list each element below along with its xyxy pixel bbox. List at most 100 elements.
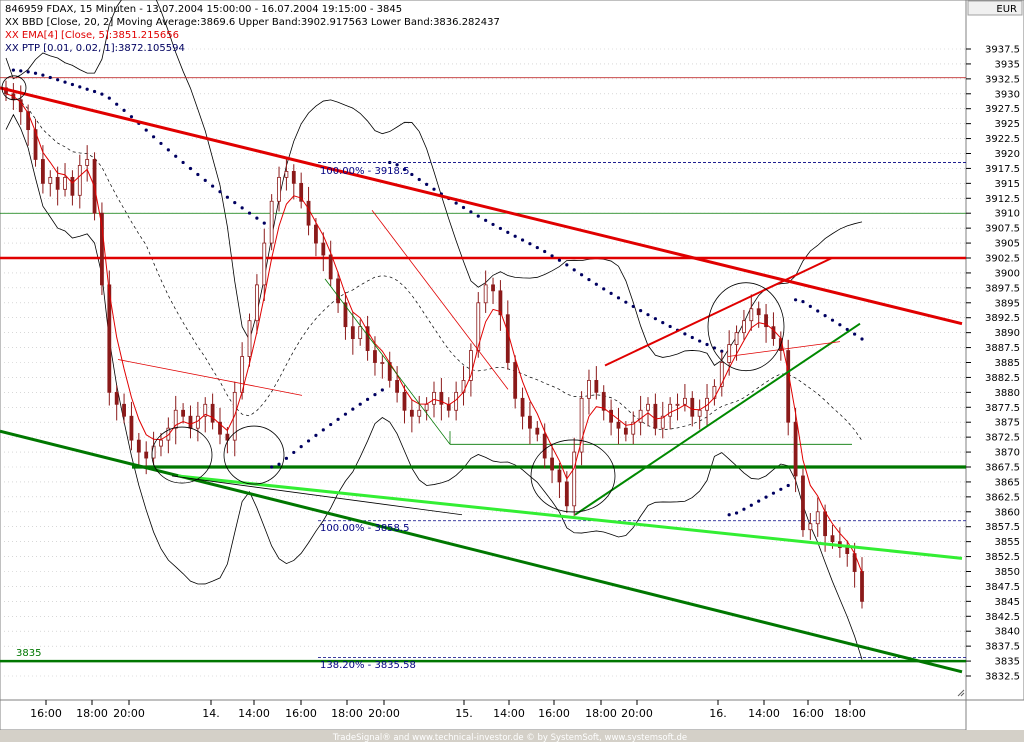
psar-dot — [823, 313, 827, 318]
x-tick-label: 20:00 — [113, 707, 145, 720]
psar-dot — [602, 287, 606, 291]
currency-label: EUR — [996, 4, 1017, 15]
candle-body — [860, 571, 864, 602]
psar-dot — [454, 201, 458, 205]
psar-dot — [129, 115, 134, 119]
psar-dot — [218, 190, 222, 194]
x-tick-label: 20:00 — [368, 707, 400, 720]
psar-dot — [661, 320, 665, 325]
psar-dot — [92, 89, 97, 94]
footer-text: TradeSignal® and www.technical-investor.… — [332, 733, 687, 742]
candle-body — [786, 350, 791, 423]
candle-body — [690, 397, 695, 417]
candle-body — [454, 391, 459, 411]
y-tick-label: 3930 — [995, 89, 1020, 100]
y-tick-label: 3902.5 — [985, 254, 1020, 265]
psar-dot — [277, 462, 281, 466]
psar-dot — [653, 317, 657, 321]
psar-dot — [63, 80, 67, 84]
x-tick-label: 15. — [455, 707, 473, 720]
psar-dot — [388, 160, 392, 165]
candle-body — [188, 415, 193, 429]
candle-body — [77, 165, 82, 196]
psar-dot — [270, 465, 274, 469]
psar-dot — [853, 332, 857, 336]
candle-body — [808, 523, 813, 531]
candle-body — [638, 409, 643, 423]
psar-dot — [639, 308, 643, 313]
candle-body — [55, 176, 60, 190]
psar-dot — [203, 178, 207, 182]
candle-body — [830, 535, 835, 543]
psar-dot — [247, 211, 252, 215]
psar-dot — [616, 296, 621, 300]
psar-dot — [85, 87, 89, 91]
psar-dot — [749, 503, 753, 507]
fib-annotation-mid: 100.00% - 3858.5 — [320, 523, 409, 534]
psar-dot — [240, 206, 244, 210]
psar-dot — [513, 234, 517, 238]
x-tick-label: 16. — [709, 707, 727, 720]
candle-body — [675, 403, 680, 406]
candle-body — [668, 403, 673, 417]
x-tick-label: 16:00 — [30, 707, 62, 720]
x-tick-label: 18:00 — [76, 707, 108, 720]
fib-annotation-top: 100.00% - 3918.5 — [320, 166, 409, 177]
psar-dot — [351, 407, 355, 411]
psar-dot — [543, 249, 547, 254]
psar-dot — [771, 491, 776, 495]
y-tick-label: 3907.5 — [985, 224, 1020, 235]
candle-body — [409, 409, 414, 417]
candle-body — [439, 391, 444, 405]
candle-body — [328, 254, 333, 280]
candle-body — [336, 278, 340, 304]
x-tick-label: 16:00 — [285, 707, 317, 720]
y-tick-label: 3917.5 — [985, 164, 1020, 175]
candle-body — [653, 403, 658, 429]
y-tick-label: 3867.5 — [985, 463, 1020, 474]
y-tick-label: 3862.5 — [985, 492, 1020, 503]
candle-body — [210, 403, 215, 423]
psar-dot — [26, 70, 30, 74]
psar-dot — [572, 268, 576, 272]
psar-dot — [321, 428, 325, 432]
candle-body — [269, 200, 274, 244]
y-tick-label: 3872.5 — [985, 433, 1020, 444]
psar-dot — [292, 450, 296, 455]
x-tick-label: 18:00 — [834, 707, 866, 720]
candle-body — [306, 200, 311, 226]
y-tick-label: 3922.5 — [985, 134, 1020, 145]
header-line-4: XX PTP [0.01, 0.02, 1]:3872.105594 — [5, 43, 185, 54]
psar-dot — [476, 214, 480, 218]
y-tick-label: 3837.5 — [985, 642, 1020, 653]
candle-body — [594, 380, 599, 393]
y-tick-label: 3845 — [995, 597, 1020, 608]
y-tick-label: 3882.5 — [985, 373, 1020, 384]
psar-dot — [816, 309, 820, 313]
psar-dot — [432, 187, 436, 191]
candle-body — [646, 403, 650, 411]
candle-body — [734, 332, 739, 345]
psar-dot — [41, 73, 45, 77]
psar-dot — [329, 422, 333, 427]
candle-body — [136, 439, 141, 453]
psar-dot — [646, 313, 650, 317]
psar-dot — [380, 388, 384, 392]
header-line-2: XX BBD [Close, 20, 2] Moving Average:386… — [5, 17, 500, 28]
psar-dot — [498, 226, 503, 231]
candle-body — [40, 159, 45, 184]
candle-body — [144, 451, 149, 459]
level-label-3835: 3835 — [16, 648, 41, 659]
candle-body — [623, 427, 628, 435]
psar-dot — [742, 507, 746, 511]
psar-dot — [373, 393, 377, 397]
psar-dot — [838, 323, 842, 327]
candle-body — [129, 415, 134, 441]
candle-body — [505, 314, 510, 363]
psar-dot — [860, 337, 864, 341]
candle-body — [432, 391, 436, 405]
y-tick-label: 3915 — [995, 179, 1020, 190]
candle-body — [542, 433, 547, 459]
candle-body — [321, 242, 326, 256]
psar-dot — [11, 68, 15, 72]
